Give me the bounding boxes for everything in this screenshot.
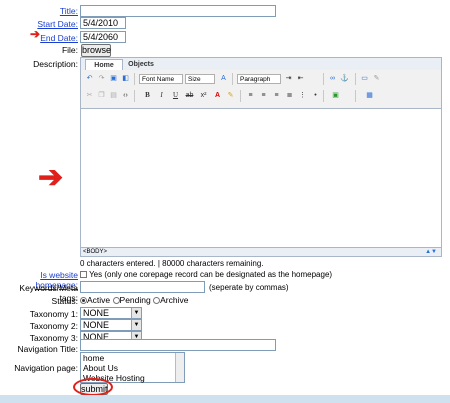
taxonomy-2-value: NONE xyxy=(83,320,110,330)
copy-icon[interactable]: ❐ xyxy=(97,91,106,100)
justify-icon[interactable]: ≣ xyxy=(285,91,294,100)
save-icon[interactable]: ▣ xyxy=(109,74,118,83)
tab-objects[interactable]: Objects xyxy=(123,59,159,70)
toolbar-separator xyxy=(323,90,324,102)
homepage-checkbox[interactable] xyxy=(80,271,87,278)
footer-bar xyxy=(0,395,450,403)
status-radio-group: Active Pending Archive xyxy=(80,295,188,305)
taxonomy-2-label: Taxonomy 2: xyxy=(29,321,78,331)
description-label: Description: xyxy=(33,59,78,69)
redo-icon[interactable]: ↷ xyxy=(97,74,106,83)
editor-content-area[interactable] xyxy=(81,109,441,247)
align-right-icon[interactable]: ≡ xyxy=(272,91,281,100)
toolbar-separator xyxy=(240,90,241,102)
italic-icon[interactable]: I xyxy=(157,91,166,100)
indent-icon[interactable]: ⇥ xyxy=(284,74,293,83)
nav-page-label: Navigation page: xyxy=(14,363,78,373)
clean-icon[interactable]: ◧ xyxy=(121,74,130,83)
table-icon[interactable]: ▦ xyxy=(365,91,374,100)
highlight-icon[interactable]: ✎ xyxy=(226,91,235,100)
homepage-option: Yes (only one corepage record can be des… xyxy=(80,270,332,279)
scrollbar[interactable] xyxy=(175,353,184,382)
end-date-label[interactable]: End Date: xyxy=(0,33,78,43)
paste-icon[interactable]: ▤ xyxy=(109,91,118,100)
cut-icon[interactable]: ✂ xyxy=(85,91,94,100)
chevron-down-icon: ▼ xyxy=(131,320,141,330)
font-style-icon[interactable]: A xyxy=(219,74,228,83)
source-icon[interactable]: ‹› xyxy=(121,91,130,100)
editor-status-bar: <BODY> ▲▼ xyxy=(81,247,441,256)
window-icon[interactable]: ▭ xyxy=(360,74,369,83)
toolbar-separator xyxy=(355,73,356,85)
unordered-list-icon[interactable]: • xyxy=(311,91,320,100)
keywords-hint: (seperate by commas) xyxy=(209,283,289,292)
font-size-select[interactable]: Size xyxy=(185,74,215,84)
outdent-icon[interactable]: ⇤ xyxy=(296,74,305,83)
taxonomy-2-select[interactable]: NONE ▼ xyxy=(80,319,142,331)
font-color-icon[interactable]: A xyxy=(213,91,222,100)
toolbar-separator xyxy=(232,73,233,85)
char-count: 0 characters entered. | 80000 characters… xyxy=(80,259,264,268)
undo-icon[interactable]: ↶ xyxy=(85,74,94,83)
editor-toolbar: ↶ ↷ ▣ ◧ Font Name Size A Paragraph ⇥ ⇤ ∞… xyxy=(81,70,441,109)
title-input[interactable] xyxy=(80,5,276,17)
image-icon[interactable]: ▣ xyxy=(331,91,340,100)
title-label[interactable]: Title: xyxy=(0,6,78,16)
align-center-icon[interactable]: ≡ xyxy=(259,91,268,100)
align-left-icon[interactable]: ≡ xyxy=(246,91,255,100)
ordered-list-icon[interactable]: ⋮ xyxy=(298,91,307,100)
toolbar-separator xyxy=(355,90,356,102)
status-archive-label: Archive xyxy=(160,295,189,305)
resize-arrows-icon[interactable]: ▲▼ xyxy=(425,248,437,256)
highlight-circle xyxy=(73,378,113,396)
toolbar-separator xyxy=(134,90,135,102)
rich-text-editor: Home Objects ↶ ↷ ▣ ◧ Font Name Size A Pa… xyxy=(80,57,442,257)
link-icon[interactable]: ∞ xyxy=(328,74,337,83)
nav-title-input[interactable] xyxy=(80,339,276,351)
bold-icon[interactable]: B xyxy=(143,91,152,100)
status-label: Status: xyxy=(51,296,78,306)
font-name-select[interactable]: Font Name xyxy=(139,74,183,84)
status-active-label: Active xyxy=(87,295,111,305)
taxonomy-1-value: NONE xyxy=(83,308,110,318)
homepage-text: Yes (only one corepage record can be des… xyxy=(89,270,333,279)
superscript-icon[interactable]: x² xyxy=(199,91,208,100)
status-radio-pending[interactable] xyxy=(112,297,120,304)
toolbar-separator xyxy=(323,73,324,85)
browse-button[interactable]: browse xyxy=(81,44,111,57)
taxonomy-1-label: Taxonomy 1: xyxy=(29,309,78,319)
keywords-input[interactable] xyxy=(80,281,205,293)
underline-icon[interactable]: U xyxy=(171,91,180,100)
paragraph-select[interactable]: Paragraph xyxy=(237,74,281,84)
status-radio-active[interactable] xyxy=(80,297,87,304)
chevron-down-icon: ▼ xyxy=(131,308,141,318)
taxonomy-3-label: Taxonomy 3: xyxy=(29,333,78,343)
strikethrough-icon[interactable]: ab xyxy=(185,91,194,100)
end-date-input[interactable]: 5/4/2060 xyxy=(80,31,126,43)
edit-icon[interactable]: ✎ xyxy=(372,74,381,83)
file-label: File: xyxy=(61,45,78,55)
start-date-input[interactable]: 5/4/2010 xyxy=(80,17,126,29)
list-item[interactable]: home xyxy=(81,353,184,363)
status-pending-label: Pending xyxy=(119,295,151,305)
nav-title-label: Navigation Title: xyxy=(17,344,78,354)
status-tag: <BODY> xyxy=(83,249,108,255)
taxonomy-1-select[interactable]: NONE ▼ xyxy=(80,307,142,319)
toolbar-separator xyxy=(134,73,135,85)
red-arrow-icon: ➔ xyxy=(38,161,64,194)
anchor-icon[interactable]: ⚓ xyxy=(340,74,349,83)
list-item[interactable]: About Us xyxy=(81,363,184,373)
